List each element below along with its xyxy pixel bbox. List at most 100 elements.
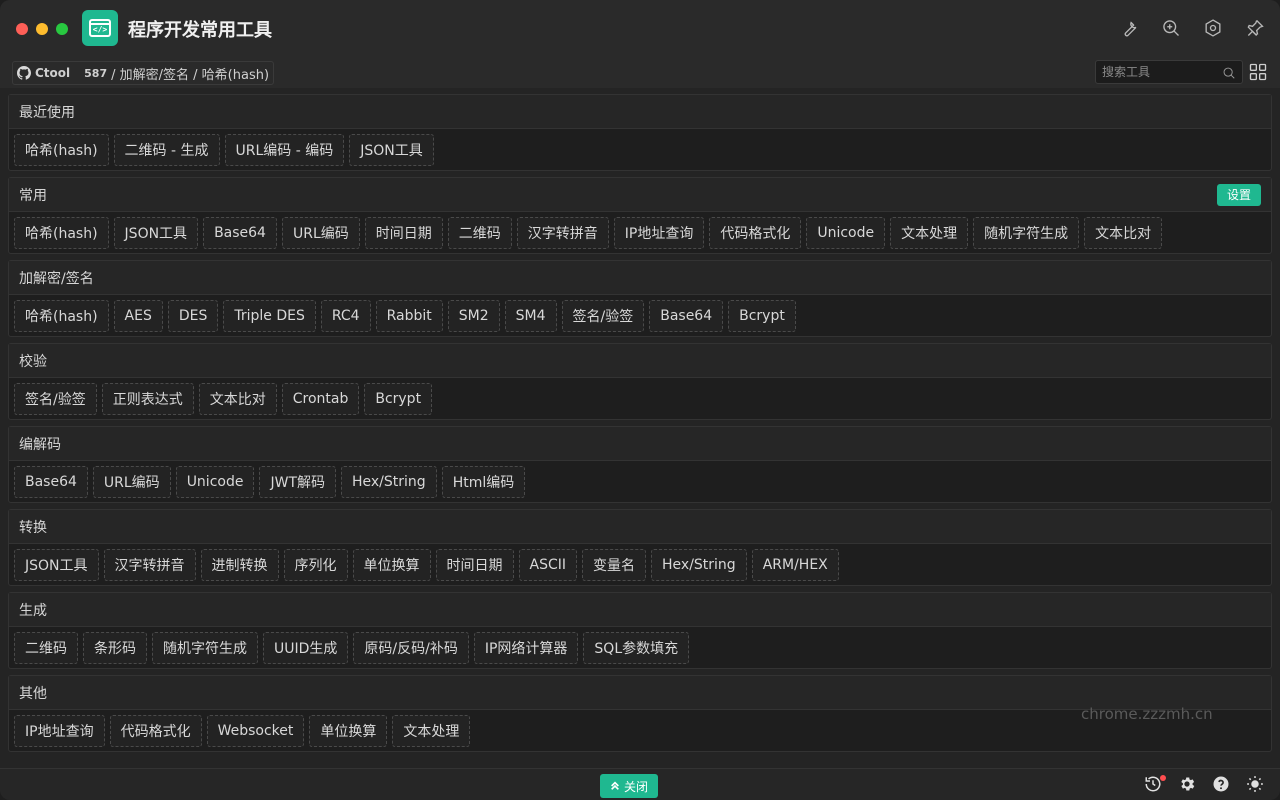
tool-item[interactable]: Hex/String	[651, 548, 747, 581]
tool-item[interactable]: 文本比对	[198, 382, 277, 415]
tool-item[interactable]: 时间日期	[435, 548, 514, 581]
tool-item[interactable]: RC4	[320, 299, 371, 332]
tool-item[interactable]: 哈希(hash)	[14, 299, 109, 332]
tool-item[interactable]: Base64	[14, 465, 88, 498]
tool-item[interactable]: ARM/HEX	[751, 548, 839, 581]
tool-item[interactable]: 文本比对	[1084, 216, 1163, 249]
tool-section: 转换 JSON工具 汉字转拼音 进制转换 序列化 单位换算 时间日期 ASCII 变量名 Hex/…	[8, 509, 1272, 586]
breadcrumb: Ctool 587 / 加解密/签名 / 哈希(hash)	[12, 61, 275, 85]
tool-item[interactable]: 文本处理	[392, 714, 471, 747]
maximize-window-button[interactable]	[56, 23, 68, 35]
tool-section: 常用 设置 哈希(hash) JSON工具 Base64 URL编码 时间日期 二维码 汉字转拼…	[8, 177, 1272, 254]
tool-item[interactable]: 随机字符生成	[973, 216, 1080, 249]
tool-item[interactable]: SQL参数填充	[583, 631, 690, 664]
tool-item[interactable]: Base64	[203, 216, 277, 249]
tool-item[interactable]: 签名/验签	[561, 299, 645, 332]
minimize-window-button[interactable]	[36, 23, 48, 35]
tool-item[interactable]: JSON工具	[349, 133, 434, 166]
tool-item[interactable]: Bcrypt	[728, 299, 796, 332]
tool-list: 哈希(hash) JSON工具 Base64 URL编码 时间日期 二维码 汉字转拼音 IP地…	[9, 212, 1271, 253]
pin-icon[interactable]	[1244, 17, 1266, 39]
tool-item[interactable]: 代码格式化	[709, 216, 802, 249]
tool-item[interactable]: JSON工具	[113, 216, 199, 249]
tool-item[interactable]: Crontab	[281, 382, 360, 415]
tool-item[interactable]: URL编码 - 编码	[224, 133, 345, 166]
section-header: 编解码	[9, 427, 1271, 461]
tool-item[interactable]: Triple DES	[223, 299, 316, 332]
section-header: 校验	[9, 344, 1271, 378]
tool-item[interactable]: 二维码	[447, 216, 512, 249]
tool-item[interactable]: Bcrypt	[364, 382, 433, 415]
hexagon-settings-icon[interactable]	[1202, 17, 1224, 39]
tool-item[interactable]: 文本处理	[890, 216, 969, 249]
tool-item[interactable]: 二维码	[14, 631, 78, 664]
star-count: 587	[84, 66, 108, 80]
tool-list: 二维码 条形码 随机字符生成 UUID生成 原码/反码/补码 IP网络计算器 SQL参数填充	[9, 627, 1271, 668]
section-title: 其他	[19, 685, 47, 702]
tool-item[interactable]: SM4	[504, 299, 557, 332]
tool-item[interactable]: 进制转换	[200, 548, 279, 581]
tool-item[interactable]: Base64	[649, 299, 724, 332]
tool-item[interactable]: AES	[113, 299, 163, 332]
zoom-in-icon[interactable]	[1160, 17, 1182, 39]
tool-item[interactable]: 时间日期	[364, 216, 443, 249]
tool-item[interactable]: 汉字转拼音	[516, 216, 609, 249]
tool-item[interactable]: 签名/验签	[14, 382, 97, 415]
tool-item[interactable]: 单位换算	[309, 714, 388, 747]
github-icon[interactable]	[17, 66, 32, 80]
tool-section: 最近使用 哈希(hash) 二维码 - 生成 URL编码 - 编码 JSON工具	[8, 94, 1272, 171]
grid-view-icon[interactable]	[1248, 62, 1268, 82]
tool-item[interactable]: 原码/反码/补码	[353, 631, 469, 664]
wrench-icon[interactable]	[1118, 17, 1140, 39]
title-bar: </> 程序开发常用工具	[0, 0, 1280, 58]
tool-item[interactable]: URL编码	[281, 216, 360, 249]
theme-sun-icon[interactable]	[1246, 775, 1266, 795]
tool-item[interactable]: 变量名	[582, 548, 647, 581]
close-window-button[interactable]	[16, 23, 28, 35]
tool-list: 哈希(hash) 二维码 - 生成 URL编码 - 编码 JSON工具	[9, 129, 1271, 170]
tool-item[interactable]: Rabbit	[375, 299, 443, 332]
window-controls	[16, 23, 68, 35]
tool-item[interactable]: IP地址查询	[14, 714, 105, 747]
tool-item[interactable]: ASCII	[518, 548, 578, 581]
settings-button[interactable]: 设置	[1216, 183, 1261, 206]
tool-item[interactable]: 哈希(hash)	[14, 216, 109, 249]
tool-item[interactable]: 单位换算	[352, 548, 431, 581]
tool-item[interactable]: Html编码	[441, 465, 526, 498]
footer-bar: 关闭	[0, 768, 1280, 800]
app-title: 程序开发常用工具	[128, 20, 272, 41]
tool-item[interactable]: 代码格式化	[109, 714, 202, 747]
tool-item[interactable]: URL编码	[92, 465, 171, 498]
tool-item[interactable]: 序列化	[283, 548, 348, 581]
tool-item[interactable]: 条形码	[83, 631, 147, 664]
tool-item[interactable]: SM2	[447, 299, 500, 332]
section-header: 生成	[9, 593, 1271, 627]
tool-item[interactable]: DES	[167, 299, 219, 332]
tool-item[interactable]: Hex/String	[341, 465, 437, 498]
brand-label[interactable]: Ctool	[35, 66, 70, 80]
tool-item[interactable]: 随机字符生成	[152, 631, 258, 664]
tool-item[interactable]: 哈希(hash)	[14, 133, 109, 166]
search-input[interactable]	[1102, 65, 1222, 79]
tool-item[interactable]: Unicode	[806, 216, 886, 249]
tool-item[interactable]: IP网络计算器	[473, 631, 579, 664]
tool-item[interactable]: 二维码 - 生成	[113, 133, 220, 166]
close-panel-button[interactable]: 关闭	[600, 774, 659, 798]
search-icon[interactable]	[1222, 65, 1236, 79]
section-title: 校验	[19, 353, 47, 370]
section-title: 编解码	[19, 436, 61, 453]
help-icon[interactable]	[1212, 775, 1232, 795]
tool-list: 哈希(hash) AES DES Triple DES RC4 Rabbit SM2 SM4 签…	[9, 295, 1271, 336]
history-icon[interactable]	[1144, 775, 1166, 795]
notification-dot	[1160, 775, 1166, 781]
section-header: 最近使用	[9, 95, 1271, 129]
tool-item[interactable]: 汉字转拼音	[103, 548, 196, 581]
tool-item[interactable]: UUID生成	[263, 631, 349, 664]
tool-item[interactable]: Unicode	[175, 465, 255, 498]
tool-item[interactable]: IP地址查询	[613, 216, 705, 249]
tool-item[interactable]: JSON工具	[14, 548, 99, 581]
tool-item[interactable]: 正则表达式	[101, 382, 194, 415]
tool-item[interactable]: Websocket	[206, 714, 305, 747]
settings-icon[interactable]	[1178, 775, 1198, 795]
tool-item[interactable]: JWT解码	[259, 465, 336, 498]
